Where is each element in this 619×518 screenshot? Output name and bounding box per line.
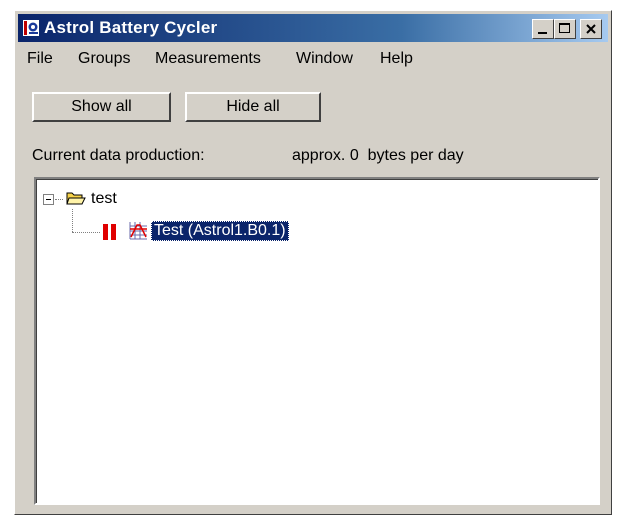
measurement-tree[interactable]: test Test (Astrol1.B0.1): [34, 177, 600, 505]
tree-connector: [55, 199, 63, 200]
menu-file[interactable]: File: [27, 50, 53, 68]
close-button[interactable]: [580, 19, 602, 39]
open-folder-icon: [66, 192, 86, 205]
tree-item-label[interactable]: Test (Astrol1.B0.1): [151, 221, 289, 241]
close-icon: [586, 24, 596, 34]
chart-icon: [129, 222, 147, 240]
pause-icon: [103, 224, 116, 240]
data-production-value: approx. 0 bytes per day: [292, 147, 464, 164]
tree-group-label[interactable]: test: [91, 190, 117, 208]
tree-connector: [72, 209, 73, 232]
window-title: Astrol Battery Cycler: [44, 18, 218, 37]
menu-measurements[interactable]: Measurements: [155, 50, 261, 68]
collapse-toggle-icon[interactable]: [43, 194, 54, 205]
app-window: Astrol Battery Cycler File Groups Measur…: [14, 10, 612, 515]
menu-groups[interactable]: Groups: [78, 50, 130, 68]
menu-help[interactable]: Help: [380, 50, 413, 68]
show-all-button[interactable]: Show all: [32, 92, 171, 122]
minimize-button[interactable]: [532, 19, 554, 39]
maximize-button[interactable]: [554, 19, 576, 39]
title-bar[interactable]: Astrol Battery Cycler: [18, 14, 608, 42]
data-production-label: Current data production:: [32, 147, 205, 164]
menu-window[interactable]: Window: [296, 50, 353, 68]
app-logo-icon: [23, 20, 39, 36]
tree-connector: [72, 232, 100, 233]
menu-bar: File Groups Measurements Window Help: [18, 47, 608, 71]
hide-all-button[interactable]: Hide all: [185, 92, 321, 122]
